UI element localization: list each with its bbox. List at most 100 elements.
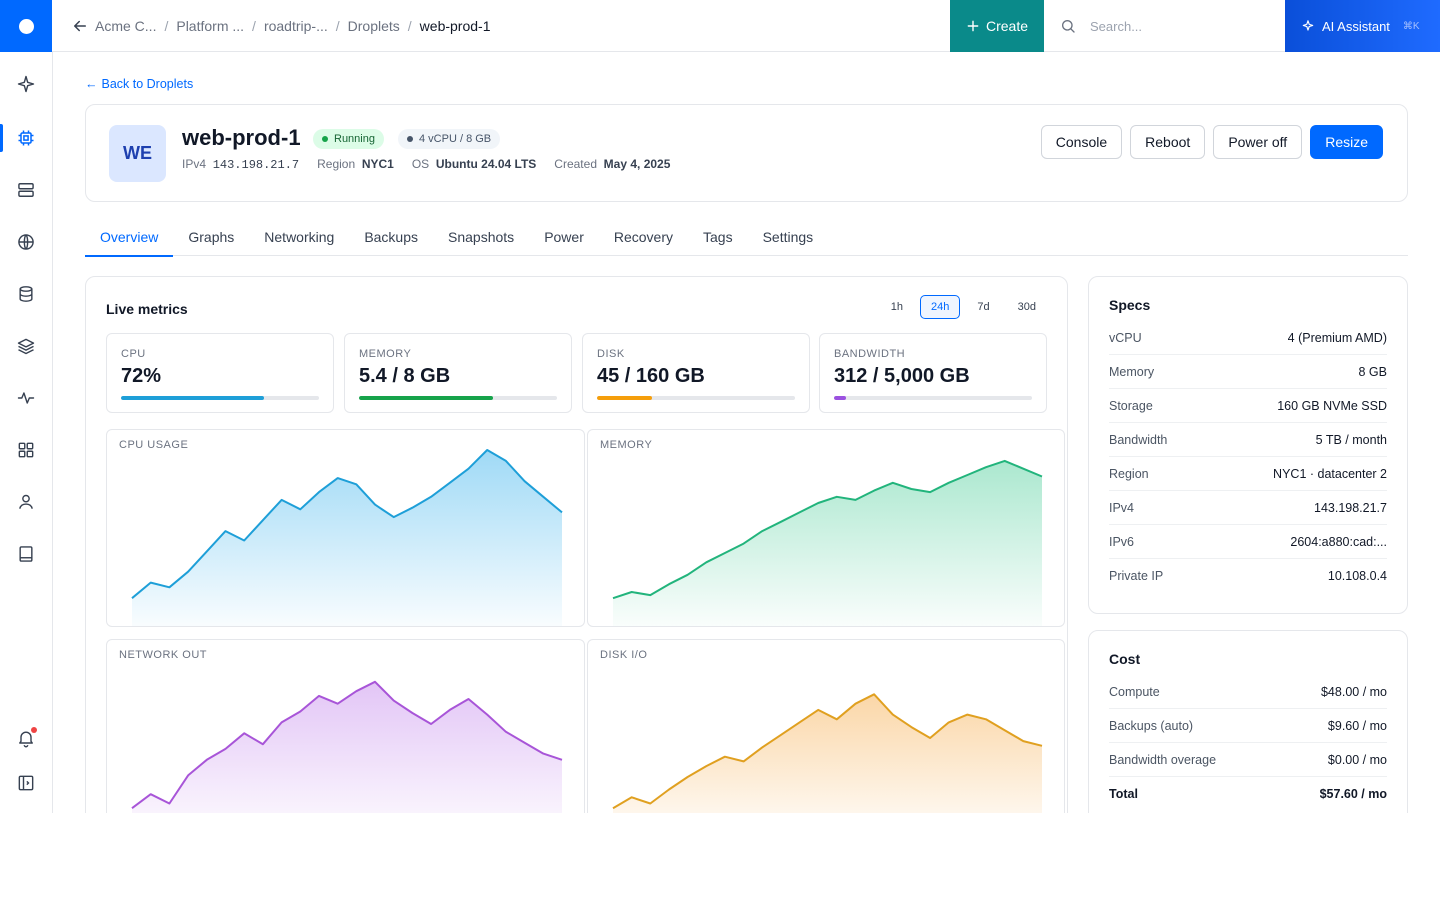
specs-value: 10.108.0.4: [1327, 569, 1387, 583]
stat-progress-fill: [834, 396, 847, 400]
cost-value: $9.60 / mo: [1327, 718, 1387, 733]
breadcrumb-droplets[interactable]: Droplets: [348, 18, 400, 34]
specs-row: Storage 160 GB NVMe SSD: [1109, 389, 1387, 423]
cost-value: $48.00 / mo: [1320, 684, 1387, 699]
cost-row: Bandwidth overage $0.00 / mo: [1109, 743, 1387, 777]
specs-card: Specs vCPU 4 (Premium AMD) Memory 8 GB Stora…: [1088, 276, 1408, 614]
stat-progress-fill: [359, 396, 493, 400]
console-button[interactable]: Console: [1040, 125, 1123, 159]
chart-memory: MEMORY: [587, 429, 1065, 627]
avatar: WE: [109, 125, 166, 182]
cost-title: Cost: [1109, 651, 1141, 667]
back-to-droplets-link[interactable]: ← Back to Droplets: [85, 77, 193, 91]
user-icon: [19, 494, 33, 509]
stat-label: DISK: [597, 348, 625, 360]
area-chart-svg: [612, 693, 1043, 813]
grid-icon: [18, 442, 34, 458]
sidebar-collapse[interactable]: [0, 763, 52, 803]
tab-overview[interactable]: Overview: [85, 218, 174, 257]
specs-row: IPv6 2604:a880:cad:...: [1109, 525, 1387, 559]
layers-icon: [17, 338, 35, 355]
chart-area-fill: [132, 450, 562, 626]
range-24h[interactable]: 24h: [920, 295, 961, 319]
chip-icon: [18, 130, 34, 146]
stat-disk: DISK 45 / 160 GB: [582, 333, 810, 413]
specs-row: IPv4 143.198.21.7: [1109, 491, 1387, 525]
chart-title: CPU USAGE: [119, 439, 189, 451]
ai-assistant-button[interactable]: AI Assistant ⌘K: [1285, 0, 1440, 52]
range-30d[interactable]: 30d: [1007, 295, 1047, 319]
sidebar-item-ai[interactable]: [0, 64, 52, 104]
range-1h[interactable]: 1h: [880, 295, 914, 319]
specs-row: vCPU 4 (Premium AMD): [1109, 321, 1387, 355]
sidebar-item-monitoring[interactable]: [0, 378, 52, 418]
sidebar-item-servers[interactable]: [0, 170, 52, 210]
breadcrumb-separator: /: [407, 18, 412, 34]
stat-cpu: CPU 72%: [106, 333, 334, 413]
main-content: ← Back to Droplets WE web-prod-1 Running…: [53, 52, 1440, 813]
range-7d[interactable]: 7d: [966, 295, 1000, 319]
stat-label: CPU: [121, 348, 146, 360]
status-badge: Running: [313, 129, 384, 149]
reboot-button[interactable]: Reboot: [1130, 125, 1206, 159]
ai-shortcut: ⌘K: [1402, 20, 1420, 32]
cost-row: Total $57.60 / mo: [1109, 777, 1387, 811]
metrics-title: Live metrics: [106, 301, 188, 317]
chart-title: MEMORY: [600, 439, 653, 451]
sidebar-item-networking[interactable]: [0, 222, 52, 262]
breadcrumb-project-group[interactable]: Platform ...: [176, 18, 244, 34]
meta-label: OS: [411, 157, 430, 171]
cost-key: Compute: [1109, 684, 1160, 699]
chart-cpu-usage: CPU USAGE: [106, 429, 585, 627]
search-input[interactable]: [1090, 18, 1270, 34]
live-metrics-card: Live metrics 1h 24h 7d 30d CPU 72% MEMOR…: [85, 276, 1068, 813]
chart-network-out: NETWORK OUT: [106, 639, 585, 813]
tab-graphs[interactable]: Graphs: [173, 218, 249, 256]
specs-title: Specs: [1109, 297, 1151, 313]
specs-key: Memory: [1109, 364, 1155, 379]
logo[interactable]: [0, 0, 52, 52]
sidebar-item-notifications[interactable]: [0, 718, 52, 758]
tab-recovery[interactable]: Recovery: [599, 218, 688, 256]
tab-networking[interactable]: Networking: [249, 218, 349, 256]
book-icon: [19, 546, 33, 562]
tab-power[interactable]: Power: [529, 218, 599, 256]
meta-os: OS Ubuntu 24.04 LTS: [412, 157, 536, 172]
notification-dot: [31, 727, 37, 733]
stat-progress-bar: [834, 396, 1032, 400]
stat-label: BANDWIDTH: [834, 348, 906, 360]
sidebar-item-account[interactable]: [0, 482, 52, 522]
tab-tags[interactable]: Tags: [688, 218, 748, 256]
stat-value: 72%: [121, 365, 162, 387]
sidebar-item-apps[interactable]: [0, 430, 52, 470]
cost-row: Compute $48.00 / mo: [1109, 675, 1387, 709]
cost-key: Backups (auto): [1109, 718, 1194, 733]
spec-label: 4 vCPU / 8 GB: [419, 133, 492, 145]
specs-key: IPv4: [1109, 500, 1135, 515]
resize-button[interactable]: Resize: [1310, 125, 1383, 159]
meta-ipv4: IPv4 143.198.21.7: [182, 157, 299, 172]
tab-settings[interactable]: Settings: [748, 218, 829, 256]
cost-list: Compute $48.00 / mo Backups (auto) $9.60 / …: [1109, 675, 1387, 811]
tab-backups[interactable]: Backups: [349, 218, 433, 256]
sidebar-item-droplets[interactable]: [0, 118, 52, 158]
stat-label: MEMORY: [359, 348, 412, 360]
sidebar-item-layers[interactable]: [0, 326, 52, 366]
sidebar-item-databases[interactable]: [0, 274, 52, 314]
tab-snapshots[interactable]: Snapshots: [433, 218, 529, 256]
power-off-button[interactable]: Power off: [1213, 125, 1303, 159]
specs-value: 5 TB / month: [1315, 432, 1387, 447]
search-box[interactable]: [1044, 0, 1285, 52]
create-button[interactable]: Create: [950, 0, 1044, 52]
area-chart-svg: [131, 449, 563, 626]
specs-value: NYC1 · datacenter 2: [1273, 466, 1387, 481]
breadcrumb-separator: /: [252, 18, 256, 34]
breadcrumb-team[interactable]: Acme C...: [95, 18, 156, 34]
droplet-header: WE web-prod-1 Running 4 vCPU / 8 GB IPv4…: [85, 104, 1408, 202]
stat-memory: MEMORY 5.4 / 8 GB: [344, 333, 572, 413]
back-arrow-icon[interactable]: [71, 17, 89, 35]
server-icon: [18, 183, 34, 197]
sidebar-item-docs[interactable]: [0, 534, 52, 574]
breadcrumb-project[interactable]: roadtrip-...: [264, 18, 328, 34]
meta-region: Region NYC1: [317, 157, 394, 172]
